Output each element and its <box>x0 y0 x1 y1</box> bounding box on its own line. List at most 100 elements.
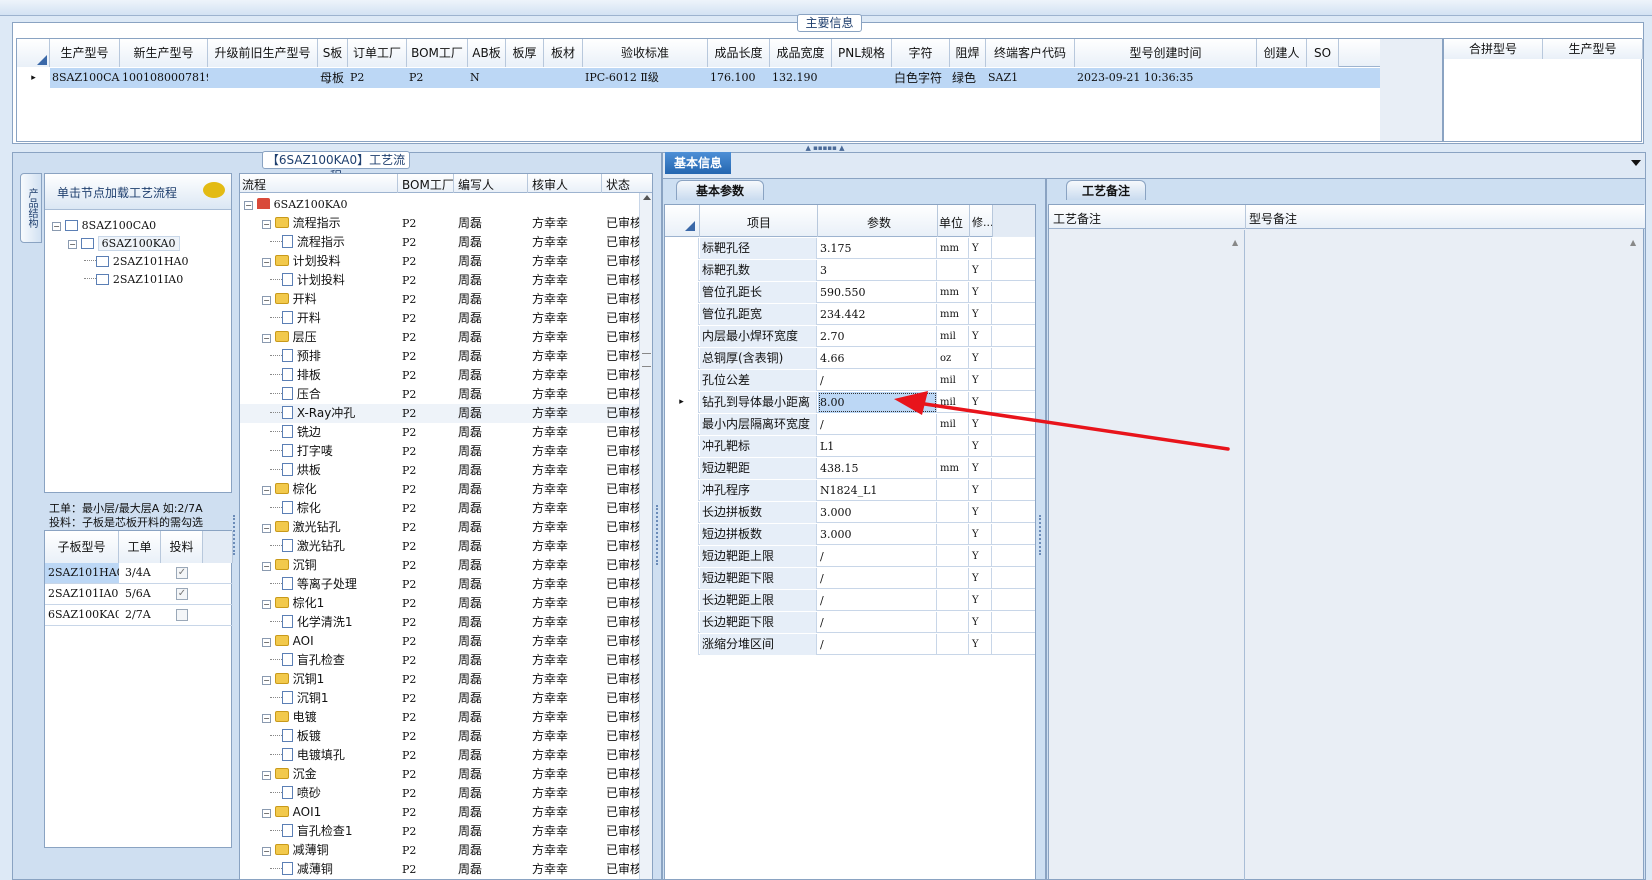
flow-row[interactable]: 排板 P2 周磊 方幸幸 已审核 <box>240 366 640 385</box>
param-modify[interactable]: Y <box>970 282 992 303</box>
main-col-8[interactable]: 板材 <box>544 39 583 67</box>
main-cell-8[interactable] <box>546 68 583 88</box>
flow-row[interactable]: 打字唛 P2 周磊 方幸幸 已审核 <box>240 442 640 461</box>
param-value[interactable]: 4.66 <box>818 348 937 369</box>
sub-model[interactable]: 2SAZ101HA0 <box>45 563 119 583</box>
main-cell-4[interactable]: P2 <box>350 68 407 88</box>
param-row[interactable]: 管位孔距宽 234.442 mm Y <box>665 304 1035 325</box>
main-col-13[interactable]: 字符 <box>892 39 950 67</box>
param-modify[interactable]: Y <box>970 238 992 259</box>
main-col-9[interactable]: 验收标准 <box>583 39 708 67</box>
collapse-icon[interactable]: − <box>262 638 271 647</box>
structure-node[interactable]: − 8SAZ100CA0 <box>52 216 156 235</box>
param-row[interactable]: 孔位公差 / mil Y <box>665 370 1035 391</box>
main-col-7[interactable]: 板厚 <box>506 39 544 67</box>
param-row[interactable]: 管位孔距长 590.550 mm Y <box>665 282 1035 303</box>
flow-row[interactable]: − 沉金 P2 周磊 方幸幸 已审核 <box>240 765 640 784</box>
param-row[interactable]: 短边拼板数 3.000 Y <box>665 524 1035 545</box>
param-value[interactable]: 3.000 <box>818 502 937 523</box>
param-row[interactable]: 内层最小焊环宽度 2.70 mil Y <box>665 326 1035 347</box>
main-cell-5[interactable]: P2 <box>409 68 468 88</box>
flow-row[interactable]: 流程指示 P2 周磊 方幸幸 已审核 <box>240 233 640 252</box>
param-value[interactable]: / <box>818 546 937 567</box>
param-row[interactable]: 标靶孔径 3.175 mm Y <box>665 238 1035 259</box>
horizontal-splitter[interactable]: ▲ ▪▪▪▪▪ ▲ <box>790 145 860 152</box>
param-modify[interactable]: Y <box>970 634 992 655</box>
param-row[interactable]: 短边靶距 438.15 mm Y <box>665 458 1035 479</box>
main-cell-2[interactable] <box>210 68 318 88</box>
param-modify[interactable]: Y <box>970 524 992 545</box>
collapse-icon[interactable]: − <box>262 258 271 267</box>
structure-node[interactable]: − 6SAZ100KA0 <box>68 234 180 253</box>
param-value[interactable]: 3.175 <box>818 238 937 259</box>
sub-board-row[interactable]: 2SAZ101HA0 3/4A ✓ <box>45 563 233 584</box>
param-modify[interactable]: Y <box>970 304 992 325</box>
scroll-thumb[interactable] <box>642 353 651 367</box>
param-row[interactable]: 标靶孔数 3 Y <box>665 260 1035 281</box>
param-modify[interactable]: Y <box>970 326 992 347</box>
flow-root[interactable]: − 6SAZ100KA0 <box>240 195 640 214</box>
flow-grid[interactable]: 流程 BOM工厂 编写人 核审人 状态 − 6SAZ100KA0− 流程指示 P2… <box>239 173 653 880</box>
param-value[interactable]: / <box>818 370 937 391</box>
flow-row[interactable]: 电镀填孔 P2 周磊 方幸幸 已审核 <box>240 746 640 765</box>
flow-row[interactable]: − 流程指示 P2 周磊 方幸幸 已审核 <box>240 214 640 233</box>
flow-row[interactable]: 化学清洗1 P2 周磊 方幸幸 已审核 <box>240 613 640 632</box>
flow-row[interactable]: 激光钻孔 P2 周磊 方幸幸 已审核 <box>240 537 640 556</box>
sub-order[interactable]: 2/7A <box>125 605 161 625</box>
param-row[interactable]: 总铜厚(含表铜) 4.66 oz Y <box>665 348 1035 369</box>
main-col-1[interactable]: 新生产型号 <box>120 39 208 67</box>
collapse-icon[interactable]: − <box>262 524 271 533</box>
flow-row[interactable]: − 电镀 P2 周磊 方幸幸 已审核 <box>240 708 640 727</box>
flow-row[interactable]: − 棕化1 P2 周磊 方幸幸 已审核 <box>240 594 640 613</box>
flow-row[interactable]: − 减薄铜 P2 周磊 方幸幸 已审核 <box>240 841 640 860</box>
flow-rows[interactable]: − 6SAZ100KA0− 流程指示 P2 周磊 方幸幸 已审核 流程指示 P2 周磊 方幸幸… <box>240 195 640 879</box>
param-modify[interactable]: Y <box>970 370 992 391</box>
model-note-textarea[interactable] <box>1246 230 1645 880</box>
collapse-icon[interactable]: − <box>262 847 271 856</box>
main-col-3[interactable]: S板 <box>318 39 348 67</box>
flow-row[interactable]: 计划投料 P2 周磊 方幸幸 已审核 <box>240 271 640 290</box>
collapse-icon[interactable]: − <box>262 334 271 343</box>
feed-checkbox[interactable]: ✓ <box>176 567 188 579</box>
main-cell-3[interactable]: 母板 <box>320 68 348 88</box>
flow-row[interactable]: − 计划投料 P2 周磊 方幸幸 已审核 <box>240 252 640 271</box>
sub-board-row[interactable]: 2SAZ101IA0 5/6A ✓ <box>45 584 233 605</box>
param-row[interactable]: 长边拼板数 3.000 Y <box>665 502 1035 523</box>
main-col-0[interactable]: 生产型号 <box>50 39 120 67</box>
flow-row[interactable]: 沉铜1 P2 周磊 方幸幸 已审核 <box>240 689 640 708</box>
flow-row[interactable]: − 开料 P2 周磊 方幸幸 已审核 <box>240 290 640 309</box>
collapse-icon[interactable]: − <box>262 600 271 609</box>
note-scroll-up-icon[interactable]: ▲ <box>1232 238 1238 247</box>
tab-basic-info[interactable]: 基本信息 <box>665 152 731 174</box>
tab-process-notes[interactable]: 工艺备注 <box>1066 180 1146 200</box>
flow-row[interactable]: − AOI P2 周磊 方幸幸 已审核 <box>240 632 640 651</box>
param-modify[interactable]: Y <box>970 502 992 523</box>
main-col-15[interactable]: 终端客户代码 <box>986 39 1075 67</box>
main-col-10[interactable]: 成品长度 <box>708 39 770 67</box>
main-cell-1[interactable]: 10010800078195 <box>122 68 208 88</box>
collapse-arrow-icon[interactable] <box>1631 160 1641 166</box>
param-value[interactable]: N1824_L1 <box>818 480 937 501</box>
model-note-scroll-up-icon[interactable]: ▲ <box>1630 238 1636 247</box>
flow-row[interactable]: 开料 P2 周磊 方幸幸 已审核 <box>240 309 640 328</box>
main-cell-7[interactable] <box>508 68 544 88</box>
param-row[interactable]: 长边靶距上限 / Y <box>665 590 1035 611</box>
param-modify[interactable]: Y <box>970 590 992 611</box>
flow-row[interactable]: X-Ray冲孔 P2 周磊 方幸幸 已审核 <box>240 404 640 423</box>
param-row[interactable]: 冲孔程序 N1824_L1 Y <box>665 480 1035 501</box>
main-col-16[interactable]: 型号创建时间 <box>1075 39 1257 67</box>
tab-basic-params[interactable]: 基本参数 <box>676 180 764 200</box>
param-value[interactable]: 590.550 <box>818 282 937 303</box>
param-modify[interactable]: Y <box>970 612 992 633</box>
flow-row[interactable]: 盲孔检查 P2 周磊 方幸幸 已审核 <box>240 651 640 670</box>
main-cell-16[interactable]: 2023-09-21 10:36:35 <box>1077 68 1257 88</box>
collapse-icon[interactable]: − <box>262 220 271 229</box>
param-value[interactable]: / <box>818 612 937 633</box>
main-cell-11[interactable]: 132.190 <box>772 68 832 88</box>
param-row[interactable]: 短边靶距上限 / Y <box>665 546 1035 567</box>
param-modify[interactable]: Y <box>970 348 992 369</box>
process-notes-area[interactable]: 工艺备注 型号备注 ▲ ▲ <box>1048 204 1645 880</box>
collapse-icon[interactable]: − <box>68 240 77 249</box>
param-value[interactable]: 234.442 <box>818 304 937 325</box>
sub-board-grid[interactable]: 子板型号 工单 投料 2SAZ101HA0 3/4A ✓ 2SAZ101IA0 5/6A… <box>44 530 233 848</box>
